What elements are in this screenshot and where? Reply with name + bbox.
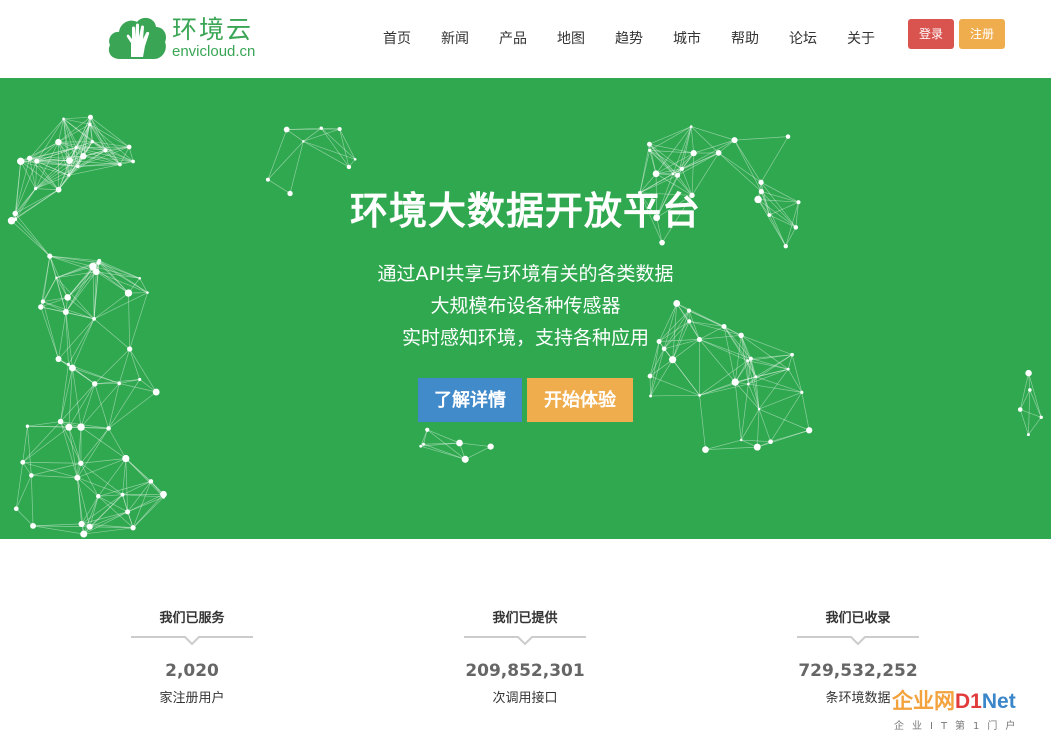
stat-label: 家注册用户 bbox=[159, 691, 225, 706]
stat-divider bbox=[797, 636, 919, 650]
watermark-d1: D1 bbox=[955, 690, 982, 713]
stat-value: 729,532,252 bbox=[798, 661, 918, 681]
nav-item-trends[interactable]: 趋势 bbox=[600, 28, 658, 50]
hero-banner: 环境大数据开放平台 通过API共享与环境有关的各类数据 大规模布设各种传感器 实… bbox=[0, 78, 1051, 539]
hero-title: 环境大数据开放平台 bbox=[349, 189, 701, 233]
stat-users: 我们已服务 2,020 家注册用户 bbox=[92, 610, 292, 708]
cloud-hand-logo-icon bbox=[108, 17, 166, 59]
hero-line: 通过API共享与环境有关的各类数据 bbox=[377, 263, 674, 285]
learn-more-button[interactable]: 了解详情 bbox=[418, 378, 522, 422]
nav-item-forum[interactable]: 论坛 bbox=[774, 28, 832, 50]
stat-divider bbox=[464, 636, 586, 650]
stat-heading: 我们已提供 bbox=[492, 611, 558, 626]
stat-label: 次调用接口 bbox=[492, 691, 558, 706]
hero-description: 通过API共享与环境有关的各类数据 大规模布设各种传感器 实时感知环境，支持各种… bbox=[0, 258, 1051, 354]
start-trial-button[interactable]: 开始体验 bbox=[527, 378, 633, 422]
logo-domain: envicloud.cn bbox=[172, 43, 256, 60]
main-nav: 首页 新闻 产品 地图 趋势 城市 帮助 论坛 关于 bbox=[368, 28, 890, 50]
register-button[interactable]: 注册 bbox=[959, 19, 1005, 49]
nav-item-about[interactable]: 关于 bbox=[832, 28, 890, 50]
nav-item-news[interactable]: 新闻 bbox=[426, 28, 484, 50]
nav-item-products[interactable]: 产品 bbox=[484, 28, 542, 50]
nav-item-help[interactable]: 帮助 bbox=[716, 28, 774, 50]
nav-item-cities[interactable]: 城市 bbox=[658, 28, 716, 50]
stat-heading: 我们已收录 bbox=[825, 611, 891, 626]
watermark-cn: 企业网 bbox=[892, 689, 955, 713]
site-logo[interactable]: 环境云 envicloud.cn bbox=[106, 13, 266, 63]
site-header: 环境云 envicloud.cn 首页 新闻 产品 地图 趋势 城市 帮助 论坛… bbox=[0, 0, 1051, 78]
stat-heading: 我们已服务 bbox=[159, 611, 225, 626]
watermark: 企业网D1Net 企业IT第1门户 bbox=[892, 688, 1051, 731]
watermark-subtitle: 企业IT第1门户 bbox=[894, 721, 1024, 731]
hero-line: 实时感知环境，支持各种应用 bbox=[401, 327, 649, 349]
stat-value: 209,852,301 bbox=[465, 661, 585, 681]
stat-value: 2,020 bbox=[165, 661, 219, 681]
watermark-net: Net bbox=[981, 690, 1016, 713]
hero-line: 大规模布设各种传感器 bbox=[430, 295, 621, 317]
logo-title: 环境云 bbox=[172, 15, 254, 44]
stat-divider bbox=[131, 636, 253, 650]
stat-api-calls: 我们已提供 209,852,301 次调用接口 bbox=[425, 610, 625, 708]
login-button[interactable]: 登录 bbox=[908, 19, 954, 49]
nav-item-home[interactable]: 首页 bbox=[368, 28, 426, 50]
nav-item-map[interactable]: 地图 bbox=[542, 28, 600, 50]
